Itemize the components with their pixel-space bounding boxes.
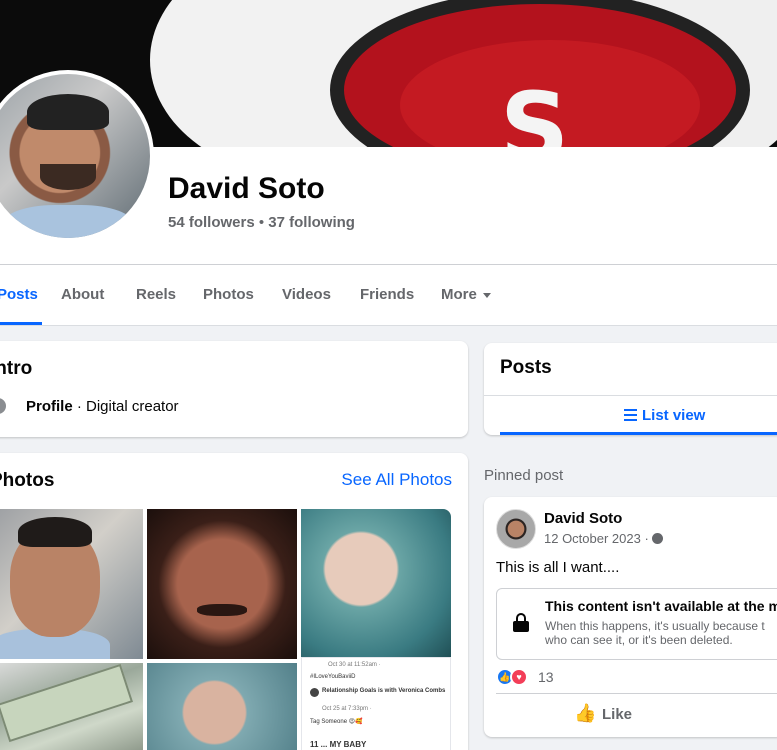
post-divider: [496, 693, 777, 694]
globe-icon: [651, 533, 663, 544]
screenshot-avatar: [310, 688, 319, 697]
tab-more-label: More: [441, 286, 477, 303]
tab-about[interactable]: About: [61, 265, 104, 325]
post-card: David Soto 12 October 2023 · This is all…: [484, 497, 777, 737]
photos-title: Photos: [0, 470, 55, 491]
screenshot-text: 11 ... MY BABY: [310, 740, 367, 749]
intro-card: Intro i Profile · Digital creator: [0, 341, 468, 437]
photo-thumbnail[interactable]: [0, 663, 143, 750]
tab-reels[interactable]: Reels: [136, 265, 176, 325]
post-date: 12 October 2023 ·: [544, 531, 663, 546]
pinned-post-label: Pinned post: [484, 467, 564, 484]
photo-thumbnail[interactable]: [147, 663, 297, 750]
thumbs-up-icon: 👍: [574, 703, 597, 723]
list-view-tab[interactable]: List view: [484, 395, 777, 435]
unavailable-content-box: This content isn't available at the mo W…: [496, 588, 777, 660]
intro-category-text: · Digital creator: [72, 398, 179, 415]
intro-label: Profile: [26, 398, 73, 415]
like-label: Like: [602, 706, 633, 723]
tab-friends[interactable]: Friends: [360, 265, 414, 325]
tab-photos[interactable]: Photos: [203, 265, 254, 325]
following-link[interactable]: 37 following: [268, 214, 355, 231]
tab-posts[interactable]: Posts: [0, 265, 42, 325]
screenshot-caption: Tag Someone 😍🥰: [310, 719, 363, 725]
chevron-down-icon: [482, 292, 491, 298]
screenshot-date: Oct 25 at 7:33pm ·: [322, 706, 372, 712]
photo-thumbnail-screenshot[interactable]: Oct 30 at 11:52am · #ILoveYouBaviiD Rela…: [301, 657, 451, 750]
photo-thumbnail[interactable]: [0, 509, 143, 659]
screenshot-line: Relationship Goals is with Veronica Comb…: [322, 688, 446, 694]
screenshot-time: Oct 30 at 11:52am ·: [328, 662, 381, 668]
tab-more[interactable]: More: [441, 265, 491, 325]
post-text: This is all I want....: [496, 559, 620, 576]
unavailable-title: This content isn't available at the mo: [545, 598, 777, 614]
header-shadow: [0, 325, 777, 326]
intro-category: Profile · Digital creator: [26, 398, 179, 415]
avatar-photo: [0, 74, 150, 238]
cover-logo: S: [500, 72, 576, 147]
posts-filter-card: Posts List view: [484, 343, 777, 435]
list-icon: [624, 409, 637, 421]
avatar[interactable]: [496, 509, 536, 549]
list-view-label: List view: [642, 407, 706, 424]
stats-separator: •: [254, 214, 269, 231]
love-reaction-icon: ♥: [510, 668, 528, 686]
screenshot-tag: #ILoveYouBaviiD: [310, 674, 356, 680]
posts-title: Posts: [500, 357, 552, 378]
unavailable-desc-line: who can see it, or it's been deleted.: [545, 633, 733, 647]
photos-card: Photos See All Photos Oct 30 at 11:52am …: [0, 453, 468, 750]
post-author[interactable]: David Soto: [544, 510, 622, 527]
photo-thumbnail[interactable]: [301, 509, 451, 659]
profile-stats: 54 followers • 37 following: [168, 214, 355, 231]
list-view-underline: [500, 432, 777, 435]
reaction-count: 13: [538, 669, 554, 685]
profile-tabs: Posts About Reels Photos Videos Friends …: [0, 265, 777, 325]
unavailable-desc-line: When this happens, it's usually because …: [545, 619, 765, 633]
post-date-text[interactable]: 12 October 2023 ·: [544, 531, 649, 546]
tab-videos[interactable]: Videos: [282, 265, 331, 325]
followers-link[interactable]: 54 followers: [168, 214, 255, 231]
unavailable-description: When this happens, it's usually because …: [545, 619, 765, 647]
see-all-photos-link[interactable]: See All Photos: [341, 470, 452, 490]
lock-icon: [513, 613, 529, 632]
photo-thumbnail[interactable]: [147, 509, 297, 659]
info-icon: i: [0, 398, 6, 414]
profile-name: David Soto: [168, 172, 325, 205]
intro-title: Intro: [0, 358, 33, 379]
